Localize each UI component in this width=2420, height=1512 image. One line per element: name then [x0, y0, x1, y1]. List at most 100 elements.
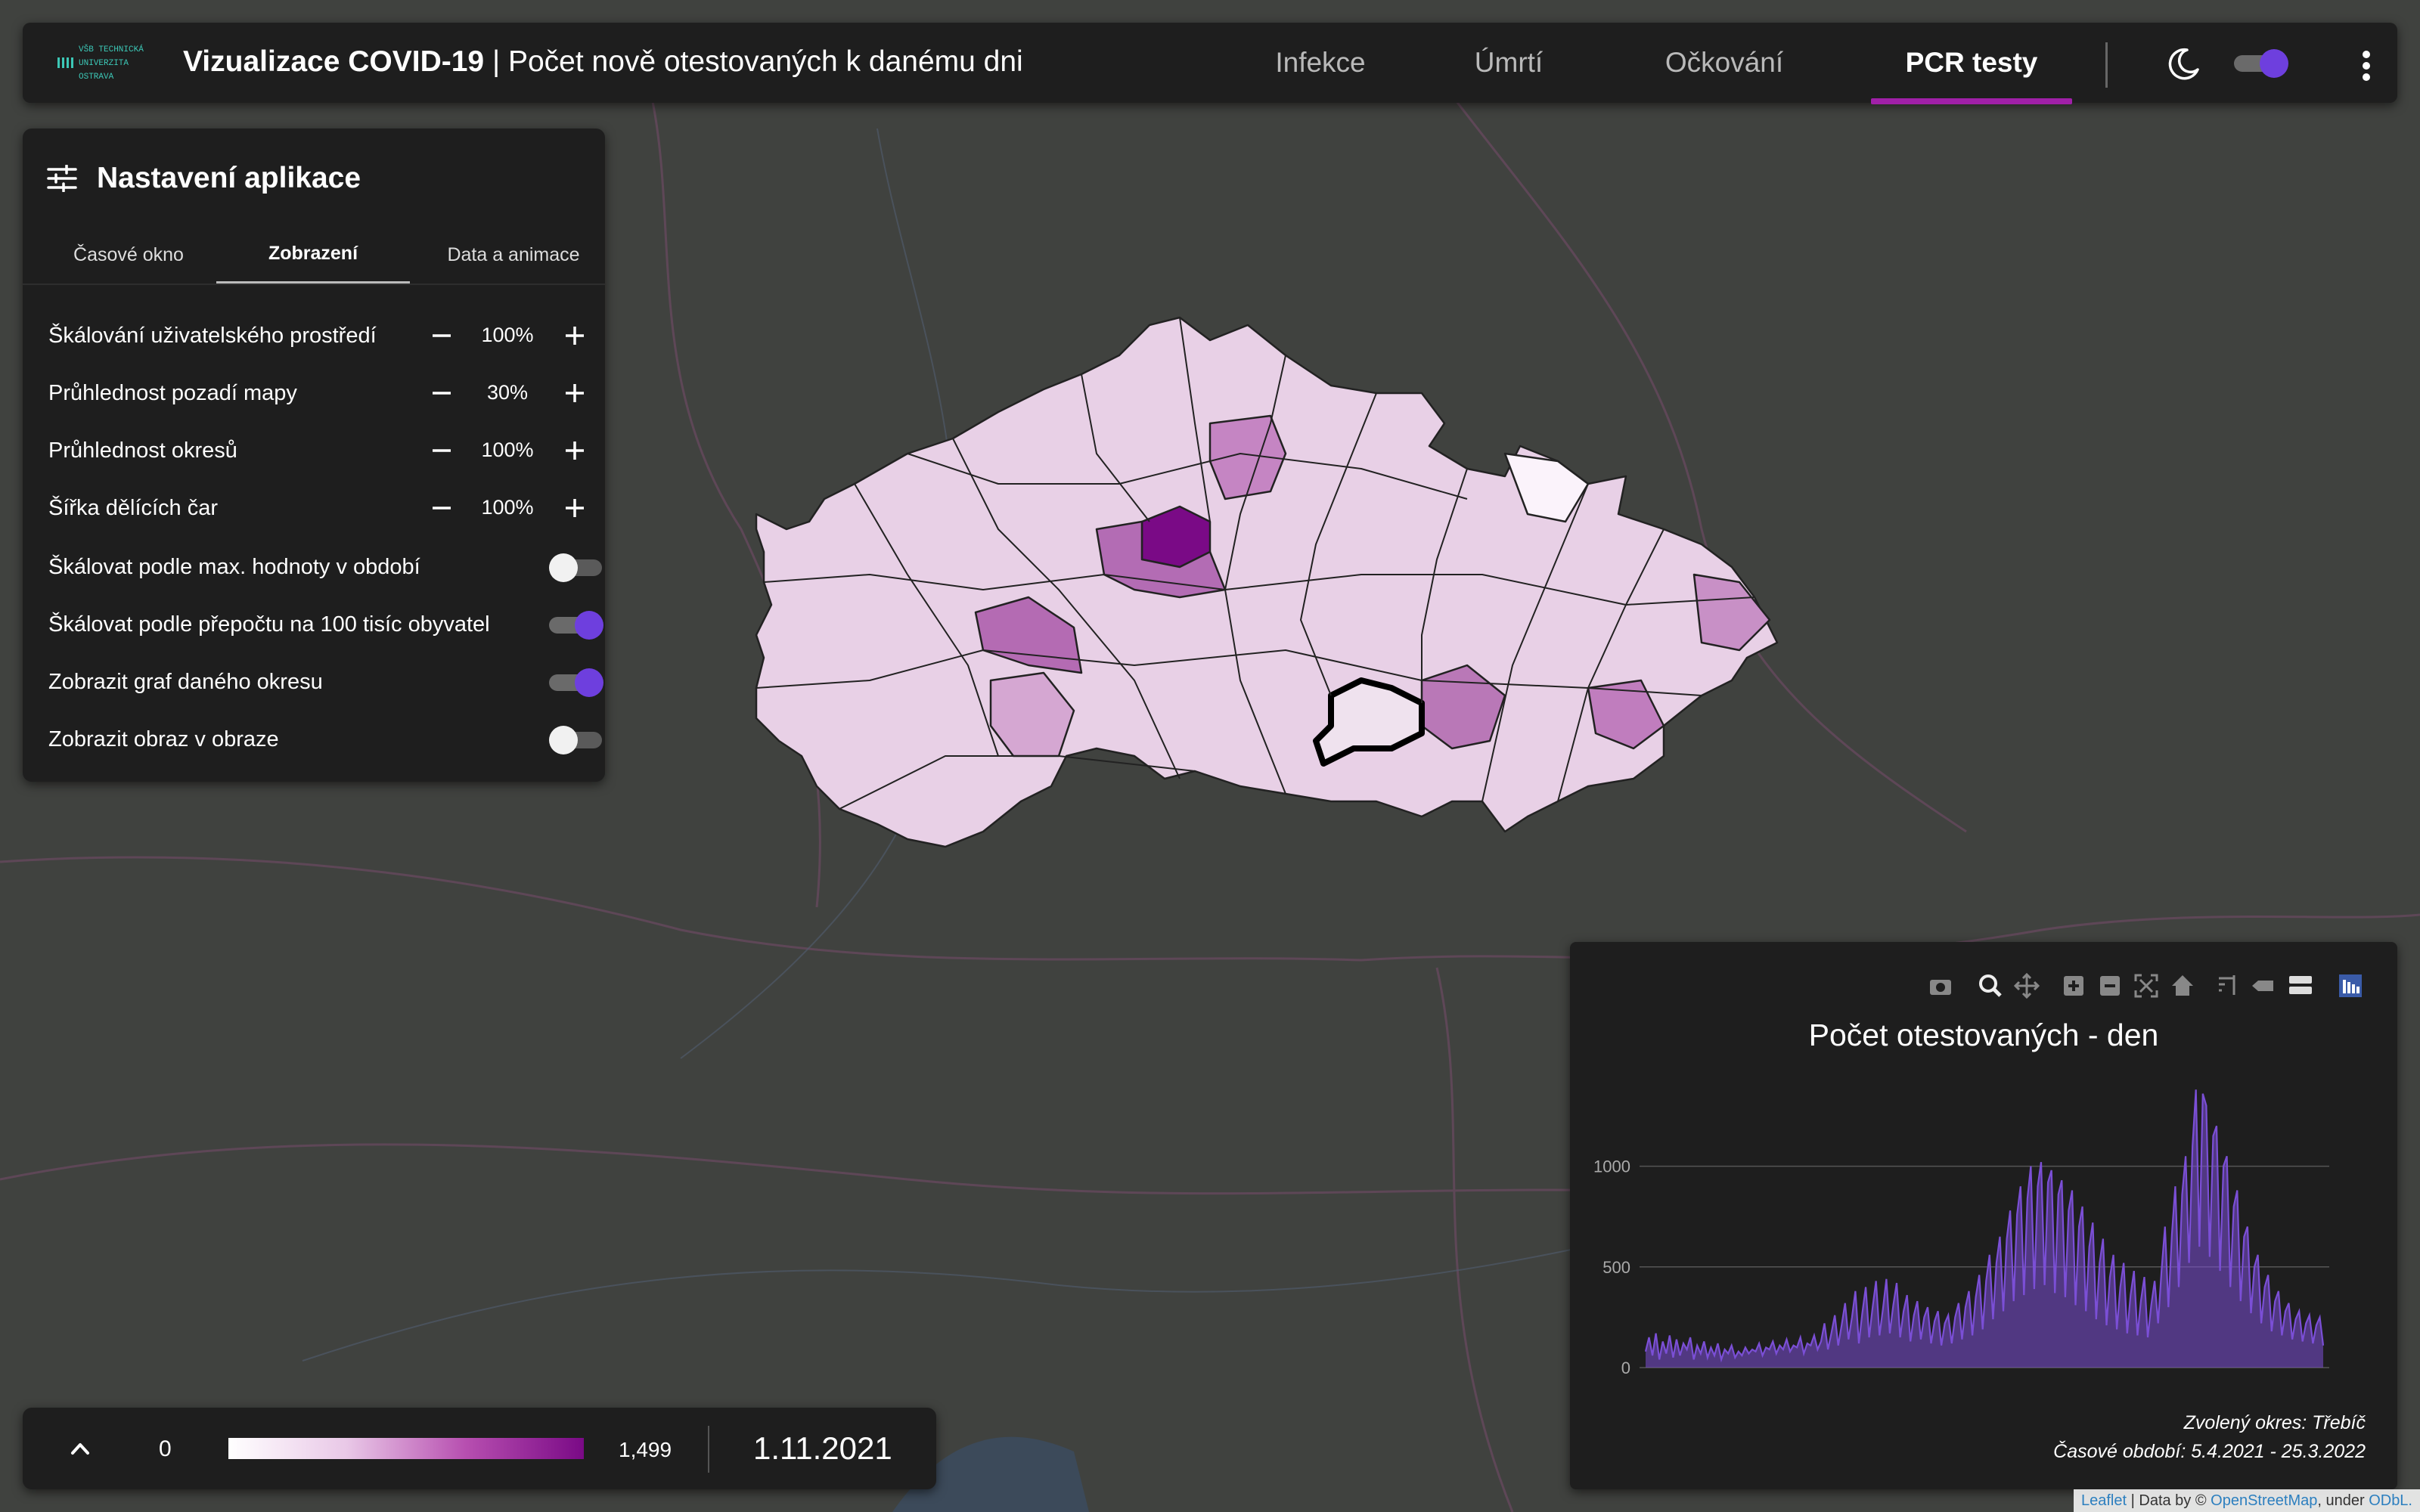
home-icon[interactable]	[2172, 975, 2193, 996]
ui-scale-row: Škálování uživatelského prostředí 100%	[48, 313, 593, 358]
y-tick-label-0: 0	[1621, 1359, 1630, 1377]
pan-icon[interactable]	[2013, 972, 2040, 999]
tab-bar-divider	[23, 284, 605, 285]
plotly-logo-icon[interactable]	[2339, 974, 2362, 997]
closest-hover-icon[interactable]	[2289, 976, 2312, 994]
tune-icon	[47, 165, 77, 192]
settings-title: Nastavení aplikace	[97, 162, 361, 194]
tab-umrti[interactable]: Úmrtí	[1460, 23, 1558, 103]
title-separator: |	[484, 45, 508, 78]
district-opacity-row: Průhlednost okresů 100%	[48, 428, 593, 473]
closest-top	[2289, 976, 2312, 984]
closest-bottom	[2289, 987, 2312, 994]
tab-zobrazeni[interactable]: Zobrazení	[216, 225, 410, 285]
scale-max-label: Škálovat podle max. hodnoty v období	[48, 555, 420, 579]
district-opacity-value: 100%	[481, 438, 534, 461]
border-width-value: 100%	[481, 496, 534, 519]
map-attribution: Leaflet | Data by © OpenStreetMap, under…	[2074, 1489, 2420, 1512]
autoscale-icon[interactable]	[2134, 974, 2158, 998]
logo-line-1: VŠB TECHNICKÁ	[79, 44, 144, 54]
plotly-logo-bar	[2347, 982, 2350, 993]
legend-min-value: 0	[159, 1436, 172, 1461]
app-subtitle: Počet nově otestovaných k danému dni	[507, 45, 1023, 78]
spike-lines-icon[interactable]	[2219, 975, 2235, 995]
show-district-chart-label: Zobrazit graf daného okresu	[48, 670, 323, 694]
chart-y-axis: 0 500 1000	[1593, 1157, 1630, 1377]
border-width-row: Šířka dělících čar 100%	[48, 485, 593, 531]
leaflet-link[interactable]: Leaflet	[2081, 1492, 2127, 1509]
svg-text:UNIVERZITA: UNIVERZITA	[79, 59, 129, 68]
spike-shape	[2219, 975, 2235, 995]
moon-icon	[2168, 48, 2199, 80]
camera-icon[interactable]	[1930, 980, 1951, 995]
legend-gradient-bar	[228, 1438, 584, 1459]
chevron-up-icon[interactable]	[65, 1435, 95, 1462]
picture-in-picture-row: Zobrazit obraz v obraze	[48, 717, 602, 762]
district-opacity-label: Průhlednost okresů	[48, 438, 237, 463]
minus-icon[interactable]	[427, 435, 457, 466]
home-shape	[2172, 975, 2193, 996]
plotly-logo-bar	[2356, 987, 2360, 993]
plus-icon[interactable]	[560, 435, 590, 466]
minus-icon[interactable]	[427, 321, 457, 351]
minus-icon[interactable]	[427, 493, 457, 523]
plotly-logo-bar	[2343, 980, 2346, 993]
show-district-chart-toggle[interactable]	[549, 668, 603, 697]
top-bar: VŠB TECHNICKÁ UNIVERZITA OSTRAVA Vizuali…	[23, 23, 2397, 104]
app-name: Vizualizace COVID-19	[183, 45, 485, 78]
border-width-label: Šířka dělících čar	[48, 496, 219, 520]
map-background-opacity-value: 30%	[486, 381, 529, 404]
settings-panel: Nastavení aplikace Časové okno Zobrazení…	[23, 129, 605, 782]
tab-pcr-testy[interactable]: PCR testy	[1871, 23, 2072, 104]
chart-title: Počet otestovaných - den	[1808, 1018, 2159, 1052]
selected-district-caption: Zvolený okres: Třebíč	[2183, 1412, 2366, 1433]
picture-in-picture-toggle[interactable]	[549, 726, 602, 754]
current-date: 1.11.2021	[753, 1430, 892, 1466]
autoscale-shape	[2134, 974, 2158, 998]
attribution-data-by: | Data by ©	[2127, 1492, 2211, 1509]
minus-icon[interactable]	[427, 378, 457, 408]
map-background-opacity-label: Průhlednost pozadí mapy	[48, 381, 297, 405]
scale-max-toggle[interactable]	[549, 553, 602, 582]
tab-ockovani[interactable]: Očkování	[1649, 23, 1800, 103]
pan-arrows	[2013, 972, 2040, 999]
scale-per-100k-label: Škálovat podle přepočtu na 100 tisíc oby…	[48, 612, 490, 637]
dark-mode-toggle[interactable]	[2234, 49, 2288, 78]
chart-series	[1644, 1089, 2325, 1368]
app-title: Vizualizace COVID-19 | Počet nově otesto…	[183, 45, 1023, 79]
logo-line-3: OSTRAVA	[79, 73, 114, 82]
zoom-lens	[1979, 974, 1997, 993]
zoom-handle	[1993, 988, 2002, 997]
more-vert-icon[interactable]	[2355, 45, 2378, 86]
plotly-logo-bar	[2352, 984, 2355, 993]
odbl-link[interactable]: ODbL.	[2369, 1492, 2412, 1509]
scale-max-row: Škálovat podle max. hodnoty v období	[48, 544, 602, 590]
time-period-caption: Časové období: 5.4.2021 - 25.3.2022	[2053, 1441, 2366, 1462]
chart-toolbar	[1930, 972, 2362, 999]
ui-scale-label: Škálování uživatelského prostředí	[48, 324, 377, 348]
compare-hover-icon[interactable]	[2252, 981, 2273, 991]
plus-icon[interactable]	[560, 321, 590, 351]
compare-shape	[2252, 981, 2273, 991]
plus-icon[interactable]	[560, 493, 590, 523]
picture-in-picture-label: Zobrazit obraz v obraze	[48, 727, 279, 751]
plus-icon[interactable]	[560, 378, 590, 408]
y-tick-label-1000: 1000	[1593, 1157, 1630, 1176]
osm-link[interactable]: OpenStreetMap	[2211, 1492, 2317, 1509]
color-legend: 0 1,499 1.11.2021	[23, 1408, 936, 1489]
nav-divider	[2105, 42, 2108, 88]
show-district-chart-row: Zobrazit graf daného okresu	[48, 659, 603, 705]
vsb-logo: VŠB TECHNICKÁ UNIVERZITA OSTRAVA	[57, 44, 144, 82]
y-tick-label-500: 500	[1602, 1258, 1630, 1277]
zoom-icon[interactable]	[1979, 974, 2002, 997]
tab-casove-okno[interactable]: Časové okno	[45, 227, 212, 283]
zoom-in-icon[interactable]	[2064, 976, 2083, 996]
zoom-out-icon[interactable]	[2100, 976, 2120, 996]
tab-infekce[interactable]: Infekce	[1245, 23, 1396, 103]
attribution-under: , under	[2317, 1492, 2369, 1509]
scale-per-100k-toggle[interactable]	[549, 611, 603, 640]
tab-data-a-animace[interactable]: Data a animace	[430, 227, 597, 283]
scale-per-100k-row: Škálovat podle přepočtu na 100 tisíc oby…	[48, 602, 603, 647]
ui-scale-value: 100%	[481, 324, 534, 346]
legend-max-value: 1,499	[619, 1438, 672, 1461]
